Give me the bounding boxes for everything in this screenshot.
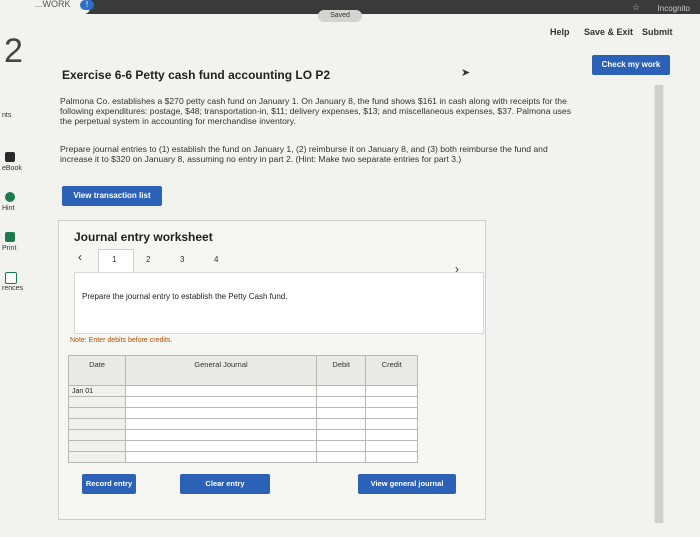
scrollbar-thumb[interactable] [655, 85, 663, 523]
date-cell[interactable] [67, 396, 127, 408]
credit-cell[interactable] [365, 440, 418, 452]
references-icon[interactable] [5, 272, 17, 284]
debit-cell[interactable] [315, 396, 367, 408]
paragraph-line: increase it to $320 on January 8, assumi… [60, 154, 462, 164]
date-column-header: Date [67, 355, 127, 386]
browser-tab[interactable]: ...WORK [0, 0, 90, 14]
debit-cell[interactable] [315, 407, 367, 419]
account-cell[interactable] [125, 429, 317, 441]
account-cell[interactable] [125, 407, 317, 419]
hint-link[interactable]: Hint [2, 205, 14, 212]
credit-cell[interactable] [365, 407, 418, 419]
table-row [67, 396, 418, 408]
debit-cell[interactable] [315, 440, 367, 452]
saved-status-badge: Saved [318, 10, 362, 22]
print-link[interactable]: Print [2, 245, 16, 252]
page-2-tab[interactable]: 2 [146, 255, 150, 264]
print-icon[interactable] [5, 232, 15, 242]
scrollbar[interactable] [654, 85, 664, 523]
ebook-link[interactable]: eBook [2, 165, 22, 172]
credit-cell[interactable] [365, 385, 418, 397]
exercise-title: Exercise 6-6 Petty cash fund accounting … [62, 68, 331, 82]
table-row [67, 440, 418, 452]
check-my-work-button[interactable]: Check my work [592, 55, 670, 75]
table-row [67, 451, 418, 463]
date-cell[interactable] [67, 440, 127, 452]
table-row [67, 407, 418, 419]
save-exit-link[interactable]: Save & Exit [584, 27, 633, 37]
points-label: nts [2, 112, 12, 119]
general-journal-column-header: General Journal [125, 355, 317, 386]
journal-table: Date General Journal Debit Credit Jan 01 [67, 355, 418, 463]
date-cell[interactable] [67, 418, 127, 430]
date-cell[interactable] [67, 451, 127, 463]
account-cell[interactable] [125, 451, 317, 463]
account-cell[interactable] [125, 385, 317, 397]
table-row: Jan 01 [67, 385, 418, 397]
instruction-text: Prepare the journal entry to establish t… [82, 292, 288, 301]
debit-credit-note: Note: Enter debits before credits. [70, 337, 173, 344]
credit-cell[interactable] [365, 429, 418, 441]
instruction-box [74, 272, 484, 334]
record-entry-button[interactable]: Record entry [82, 474, 136, 494]
account-cell[interactable] [125, 418, 317, 430]
worksheet-title: Journal entry worksheet [74, 230, 213, 244]
cursor-icon: ➤ [461, 67, 471, 79]
question-number: 2 [4, 32, 23, 70]
credit-cell[interactable] [365, 418, 418, 430]
problem-paragraph-2: Prepare journal entries to (1) establish… [60, 144, 548, 164]
paragraph-line: Palmona Co. establishes a $270 petty cas… [60, 96, 567, 106]
chevron-left-icon[interactable]: ‹ [78, 250, 82, 264]
submit-link[interactable]: Submit [642, 27, 673, 37]
incognito-label: Incognito [657, 4, 690, 13]
debit-cell[interactable] [315, 418, 367, 430]
help-link[interactable]: Help [550, 27, 570, 37]
table-row [67, 429, 418, 441]
star-icon[interactable]: ☆ [632, 2, 640, 13]
paragraph-line: following expenditures: postage, $48; tr… [60, 106, 572, 116]
page-4-tab[interactable]: 4 [214, 255, 218, 264]
clear-entry-button[interactable]: Clear entry [180, 474, 270, 494]
date-cell[interactable]: Jan 01 [67, 385, 127, 397]
hint-icon[interactable] [5, 192, 15, 202]
view-general-journal-button[interactable]: View general journal [358, 474, 456, 494]
problem-paragraph-1: Palmona Co. establishes a $270 petty cas… [60, 96, 571, 126]
credit-column-header: Credit [365, 355, 418, 386]
date-cell[interactable] [67, 407, 127, 419]
debit-cell[interactable] [315, 429, 367, 441]
ebook-icon[interactable] [5, 152, 15, 162]
debit-cell[interactable] [315, 451, 367, 463]
debit-cell[interactable] [315, 385, 367, 397]
references-link[interactable]: rences [2, 285, 23, 292]
date-cell[interactable] [67, 429, 127, 441]
paragraph-line: Prepare journal entries to (1) establish… [60, 144, 548, 154]
page-1-tab[interactable]: 1 [112, 255, 116, 264]
credit-cell[interactable] [365, 451, 418, 463]
view-transaction-list-button[interactable]: View transaction list [62, 186, 162, 206]
table-row [67, 418, 418, 430]
debit-column-header: Debit [315, 355, 367, 386]
credit-cell[interactable] [365, 396, 418, 408]
account-cell[interactable] [125, 396, 317, 408]
alert-badge: ! [80, 0, 94, 10]
paragraph-line: the perpetual system in accounting for m… [60, 116, 296, 126]
account-cell[interactable] [125, 440, 317, 452]
page-3-tab[interactable]: 3 [180, 255, 184, 264]
